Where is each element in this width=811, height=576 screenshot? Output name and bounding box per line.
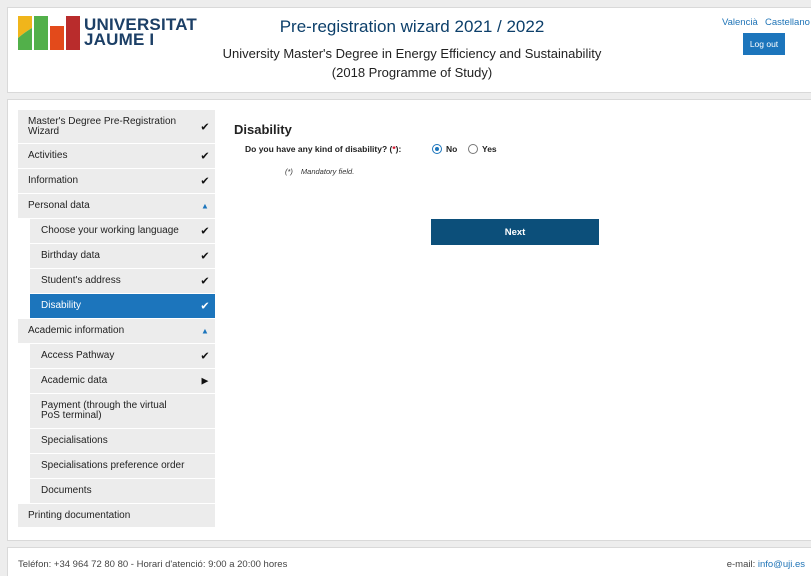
mandatory-asterisk: (*): [285, 167, 293, 176]
caret-up-icon: ▲: [201, 201, 209, 211]
check-icon: ✔: [200, 250, 210, 263]
sidebar-item-label: Documents: [41, 485, 92, 496]
language-link-valencia[interactable]: Valencià: [722, 17, 758, 28]
check-icon: ✔: [200, 225, 210, 238]
email-prefix: e-mail:: [726, 559, 758, 570]
language-link-castellano[interactable]: Castellano: [765, 17, 810, 28]
sidebar-item-label: Specialisations: [41, 435, 108, 446]
sidebar-item[interactable]: Academic information ▲: [18, 319, 215, 344]
sidebar-item[interactable]: Academic data ▶: [30, 369, 215, 394]
radio-yes-unselected-icon[interactable]: [468, 144, 478, 154]
sidebar-item[interactable]: Printing documentation: [18, 504, 215, 528]
sidebar-item[interactable]: Master's Degree Pre-Registration Wizard ✔: [18, 110, 215, 144]
email-link[interactable]: info@uji.es: [758, 559, 805, 570]
page-title: Pre-registration wizard 2021 / 2022: [279, 17, 545, 36]
sidebar-item[interactable]: Student's address ✔: [30, 269, 215, 294]
next-button[interactable]: Next: [431, 219, 599, 245]
footer-contact: Teléfon: +34 964 72 80 80 - Horari d'ate…: [18, 559, 288, 570]
sidebar-item[interactable]: Choose your working language ✔: [30, 219, 215, 244]
check-icon: ✔: [200, 275, 210, 288]
mandatory-field-note: (*) Mandatory field.: [285, 167, 354, 176]
page-header: UNIVERSITAT JAUME I Pre-registration wiz…: [7, 7, 811, 93]
sidebar-item-label: Disability: [41, 300, 82, 311]
radio-option-yes[interactable]: Yes: [468, 144, 497, 154]
sidebar-item-label: Student's address: [41, 275, 121, 286]
sidebar-item[interactable]: Disability ✔: [30, 294, 215, 319]
play-icon: ▶: [201, 375, 209, 386]
sidebar-item-label: Academic information: [28, 325, 125, 336]
radio-no-label: No: [446, 144, 458, 154]
main-panel: Master's Degree Pre-Registration Wizard ✔…: [7, 99, 811, 541]
check-icon: ✔: [200, 300, 210, 313]
sidebar-item-label: Choose your working language: [41, 225, 179, 236]
sidebar-item[interactable]: Birthday data ✔: [30, 244, 215, 269]
sidebar-item[interactable]: Payment (through the virtual PoS termina…: [30, 394, 215, 429]
sidebar-item[interactable]: Specialisations: [30, 429, 215, 454]
sidebar-item[interactable]: Personal data ▲: [18, 194, 215, 219]
check-icon: ✔: [200, 175, 210, 188]
sidebar-item-label: Payment (through the virtual PoS termina…: [41, 400, 167, 421]
question-text-end: ):: [395, 144, 402, 154]
radio-option-no[interactable]: No: [432, 144, 457, 154]
sidebar-item[interactable]: Activities ✔: [18, 144, 215, 169]
check-icon: ✔: [200, 150, 210, 163]
mandatory-text: Mandatory field.: [300, 167, 355, 176]
check-icon: ✔: [200, 121, 210, 133]
sidebar-item-label: Activities: [28, 150, 68, 161]
degree-name: University Master's Degree in Energy Eff…: [222, 46, 602, 61]
sidebar-item-label: Master's Degree Pre-Registration Wizard: [28, 115, 177, 137]
sidebar-item[interactable]: Access Pathway ✔: [30, 344, 215, 369]
footer-email: e-mail: info@uji.es: [727, 559, 805, 570]
sidebar-item-label: Specialisations preference order: [41, 460, 185, 471]
question-text: Do you have any kind of disability? (: [245, 144, 393, 154]
wizard-content: Disability Do you have any kind of disab…: [234, 122, 794, 245]
logout-button[interactable]: Log out: [743, 33, 785, 55]
sidebar-item[interactable]: Information ✔: [18, 169, 215, 194]
section-title: Disability: [234, 122, 292, 137]
wizard-steps-sidebar: Master's Degree Pre-Registration Wizard ✔…: [18, 110, 215, 528]
sidebar-item-label: Academic data: [41, 375, 108, 386]
radio-no-selected-icon[interactable]: [432, 144, 442, 154]
uji-logo-mark: [18, 16, 80, 50]
sidebar-item[interactable]: Specialisations preference order: [30, 454, 215, 479]
disability-question: Do you have any kind of disability? (*):…: [245, 144, 745, 158]
sidebar-item-label: Printing documentation: [28, 509, 131, 521]
sidebar-item-label: Birthday data: [41, 250, 100, 261]
page-footer: Teléfon: +34 964 72 80 80 - Horari d'ate…: [7, 547, 811, 576]
programme-of-study: (2018 Programme of Study): [331, 65, 493, 80]
check-icon: ✔: [200, 350, 210, 363]
question-label: Do you have any kind of disability? (*):: [245, 144, 401, 154]
sidebar-item-label: Information: [28, 175, 79, 186]
degree-subtitle: University Master's Degree in Energy Eff…: [158, 44, 666, 82]
caret-up-icon: ▲: [201, 326, 209, 336]
sidebar-item[interactable]: Documents: [30, 479, 215, 504]
radio-yes-label: Yes: [482, 144, 497, 154]
sidebar-item-label: Personal data: [28, 200, 90, 211]
sidebar-item-label: Access Pathway: [41, 350, 115, 361]
